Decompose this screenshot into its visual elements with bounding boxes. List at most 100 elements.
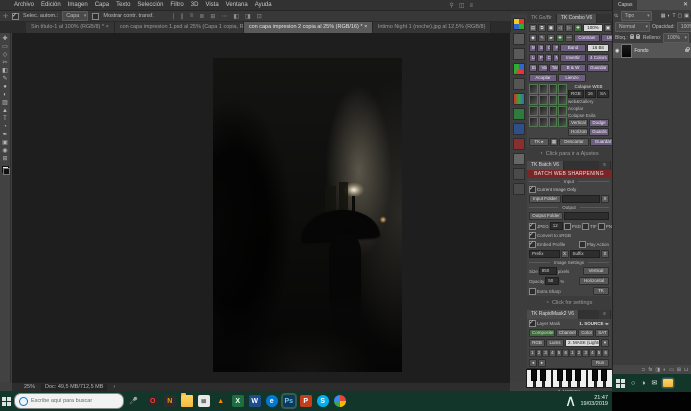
dodge-tool-icon[interactable]: ◔ [3,124,7,130]
tk-color-wheel-icon[interactable] [513,63,525,75]
4colors-button[interactable]: 4 Colors [587,54,609,62]
filter-shape-icon[interactable]: ▢ [678,13,683,19]
tk-brush-icon[interactable] [513,168,525,180]
layer-button[interactable]: Capa [545,54,552,62]
mask-dropdown-icon[interactable]: ▾ [601,339,609,347]
brush-add-icon[interactable]: ✚ [556,34,564,42]
tray-chevron-icon[interactable]: ∧ [565,391,577,411]
taskbar-chrome-icon[interactable] [334,395,346,407]
mask-thumbnail-button[interactable] [539,117,548,127]
mask-thumbnail-button[interactable] [549,106,558,116]
distribute-v-icon[interactable]: ⊞ [210,13,215,20]
layer-thumbnail[interactable] [621,44,632,58]
output-folder-field[interactable] [564,212,609,220]
move-tool-icon[interactable]: ✚ [2,36,7,42]
canvas-artwork[interactable] [213,58,402,372]
history-brush-icon[interactable]: ◐ [3,92,7,98]
pen-tool-icon[interactable]: ✒ [2,132,7,138]
zoom-level-field[interactable]: 25% [24,384,35,390]
delete-layer-icon[interactable]: ⊔ [684,367,688,373]
horizontal-size-button[interactable]: Horizontal [579,277,609,285]
doc-tab-2[interactable]: con capa impresion 1.psd al 25% (Capa 1 … [115,22,244,33]
start-button-2[interactable] [616,379,625,388]
mail-icon[interactable]: ✉ [651,379,657,387]
source-arrows-icon[interactable]: ◂▸ [604,321,609,327]
forward-icon[interactable]: ▷ [565,24,573,32]
show-transform-checkbox[interactable] [92,13,99,20]
autoselect-dropdown[interactable]: Capa [62,11,88,21]
zone-button[interactable]: 2 [536,349,543,357]
tk-swap-icon[interactable] [513,48,525,60]
mask-zone-key[interactable] [566,369,572,381]
layer-mask-checkbox[interactable] [529,320,536,327]
doc-tab-1[interactable]: Sin título-1 al 100% (RGB/8) * × [26,22,115,33]
cortana-icon-2[interactable]: ○ [631,380,635,387]
fit-icon[interactable]: ▣ [604,24,612,32]
tk-rapidmask-tab[interactable]: TK RapidMask2 V6 [527,310,579,319]
mask-thumbnail-button[interactable] [529,117,538,127]
eraser-tool-icon[interactable]: ▨ [2,100,8,106]
brush-tool-icon[interactable]: ✎ [2,76,7,82]
mask-thumbnail-button[interactable] [529,84,538,94]
tk-batch-menu-icon[interactable]: ≡ [599,161,611,170]
layer-row-background[interactable]: ◉ Fondo [613,43,691,58]
menu-item[interactable]: Ventana [226,2,248,8]
taskbar-notepad-icon[interactable]: ≣ [198,395,210,407]
menu-item[interactable]: Selección [137,2,163,8]
tk-combo-tab-1[interactable]: TK Go/Br [527,14,557,23]
align-bottom-icon[interactable]: ◨ [245,13,251,20]
zone-prev-button[interactable]: ◂ [529,359,537,367]
zone-button[interactable]: 5 [596,349,603,357]
psd-checkbox[interactable] [564,223,571,230]
3d-mode-icon[interactable]: ⊡ [257,13,262,20]
brush-a-icon[interactable]: ◆ [529,34,537,42]
shape-tool-icon[interactable]: ▣ [2,140,8,146]
zone-button[interactable]: 2 [576,349,583,357]
zoom-100-button[interactable]: 100% [583,24,603,32]
menu-item[interactable]: Edición [41,2,61,8]
horizontal-button[interactable]: Horizontal [568,128,588,136]
zone-button[interactable]: 6 [602,349,609,357]
search-input[interactable]: Escribe aquí para buscar [14,393,124,409]
composite-button[interactable]: Composite [529,329,555,337]
taskbar-edge-icon[interactable]: e [266,395,278,407]
grid-icon[interactable]: ▦ [550,138,558,146]
zone-button[interactable]: 6 [562,349,569,357]
plus-icon[interactable]: ✚ [574,24,582,32]
vertical-button[interactable]: Vertical [568,119,588,127]
vertical-size-button[interactable]: Vertical [583,267,609,275]
zone-button[interactable]: 3 [582,349,589,357]
zone-button[interactable]: 5 [556,349,563,357]
prefix-field[interactable]: Prefix [529,250,560,258]
tk-stop-icon[interactable] [513,138,525,150]
microphone-icon[interactable]: 🎤 [129,397,138,405]
band-button[interactable]: Band [560,44,586,52]
menu-icon[interactable]: ≡ [469,3,473,9]
tk-combo-hint[interactable]: ◔ Click para ir a Ajustes [527,147,611,161]
bw-button[interactable]: B & W [560,64,586,72]
taskbar-powerpoint-icon[interactable]: P [300,395,312,407]
zone-button[interactable]: 1 [529,349,536,357]
filter-smart-icon[interactable]: ▣ [684,13,689,19]
workspace-icon[interactable]: ◫ [459,2,465,9]
menu-item[interactable]: Archivo [14,2,34,8]
sat-button[interactable]: SAT [595,329,609,337]
mask-zone-key[interactable] [592,369,598,381]
point-button[interactable]: Punto [537,54,544,62]
filter-adjustment-icon[interactable]: ◐ [667,13,670,19]
type-tool-icon[interactable]: T [3,116,7,122]
mask-thumbnail-button[interactable] [558,117,567,127]
move-tool-active-icon[interactable]: ✛ [3,13,8,20]
mask-thumbnail-button[interactable] [539,106,548,116]
mask-header-field[interactable]: 2. MASK (Lights) [565,339,600,347]
contract-button[interactable]: Contraer [574,34,600,42]
zone-next-button[interactable]: ▸ [538,359,546,367]
dodge-button[interactable]: Dodge [589,119,609,127]
taskbar-nitro-icon[interactable]: N [164,395,176,407]
jpeg-checkbox[interactable] [529,223,536,230]
tk-rgb-icon[interactable] [513,93,525,105]
align-center-icon[interactable]: ∥ [181,13,184,20]
brush-c-icon[interactable]: ▰ [547,34,555,42]
embed-profile-checkbox[interactable] [529,241,536,248]
mask-zone-key[interactable] [540,369,546,381]
